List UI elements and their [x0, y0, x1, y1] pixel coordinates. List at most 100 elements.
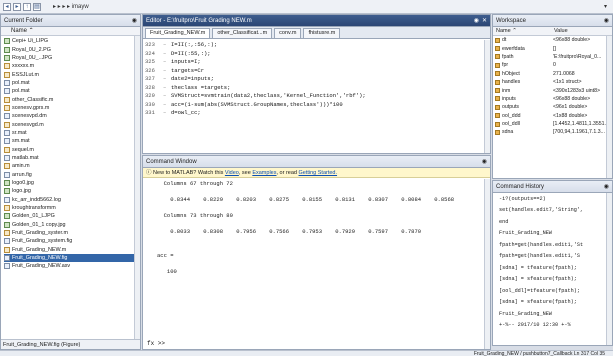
- file-list-item[interactable]: Fruit_Grading_system.fig: [4, 237, 140, 245]
- forward-icon[interactable]: ▸: [13, 2, 21, 11]
- workspace-variable-row[interactable]: ool_ddll [1.4452,1.4811,1.3551...: [493, 120, 612, 128]
- breakpoint-marker[interactable]: –: [163, 41, 171, 50]
- workspace-variable-row[interactable]: fpath 'E:\fruitpro\Royal_0...: [493, 53, 612, 61]
- code-line[interactable]: 325 – inputs=I;: [143, 58, 490, 67]
- history-entry[interactable]: Fruit_Grading_NEW: [493, 228, 612, 240]
- code-line[interactable]: 329 – SVMStruct=svmtrain(data2,theclass,'K…: [143, 92, 490, 101]
- workspace-name-header[interactable]: Name ⌃: [493, 27, 551, 35]
- editor-title: Editor - E:\fruitpro\Fruit Grading NEW.m: [146, 17, 252, 24]
- file-list-item[interactable]: Royal_0U_2.PG: [4, 45, 140, 53]
- workspace-variable-row[interactable]: outputs <96x1 double>: [493, 103, 612, 111]
- breakpoint-marker[interactable]: –: [163, 50, 171, 59]
- file-list-item[interactable]: sequel.m: [4, 145, 140, 153]
- breakpoint-marker[interactable]: –: [163, 84, 171, 93]
- workspace-variable-row[interactable]: hObject 271.0068: [493, 70, 612, 78]
- file-list-item[interactable]: Golden_01_LJPG: [4, 212, 140, 220]
- history-scrollbar[interactable]: [606, 193, 612, 345]
- command-scrollbar[interactable]: [484, 179, 490, 349]
- file-list-item[interactable]: Fruit_Grading_NEW.fig: [4, 253, 140, 263]
- history-entry[interactable]: [sdna] = tfeature(fpath);: [493, 262, 612, 274]
- editor-tab[interactable]: conv.m: [274, 28, 302, 38]
- history-entry[interactable]: [sdna] = sfeature(fpath);: [493, 274, 612, 286]
- editor-tab[interactable]: Fruit_Grading_NEW.m: [145, 28, 211, 38]
- folder-path[interactable]: ▸ ▸ ▸ ▸ imayw: [53, 3, 89, 10]
- panel-menu-icon[interactable]: ◉: [132, 17, 137, 24]
- file-list-item[interactable]: logo0.jpg: [4, 179, 140, 187]
- file-list-item[interactable]: amin.m: [4, 162, 140, 170]
- code-line[interactable]: 327 – date2=inputs;: [143, 75, 490, 84]
- workspace-variable-row[interactable]: handles <1x1 struct>: [493, 78, 612, 86]
- up-folder-icon[interactable]: ↑: [23, 2, 31, 11]
- file-list-item[interactable]: Fruit_Grading_NEW.asv: [4, 262, 140, 270]
- history-entry[interactable]: [ool_ddl]=tfeature(fpath);: [493, 285, 612, 297]
- breakpoint-marker[interactable]: –: [163, 75, 171, 84]
- workspace-menu-icon[interactable]: ◉: [604, 17, 609, 24]
- code-line[interactable]: 323 – I=II(:,:56,:);: [143, 41, 490, 50]
- file-list-item[interactable]: Royal_0U_..JPG: [4, 54, 140, 62]
- file-list-item[interactable]: sr.mat: [4, 129, 140, 137]
- file-list-item[interactable]: matlab.mat: [4, 154, 140, 162]
- code-line[interactable]: 331 – d=owl_cc;: [143, 109, 490, 118]
- editor-close-icon[interactable]: ✕: [482, 17, 487, 24]
- file-list-item[interactable]: Cepi+ Ui_LIPG: [4, 37, 140, 45]
- folder-scrollbar[interactable]: [134, 36, 140, 341]
- browse-folder-icon[interactable]: ▤: [33, 2, 41, 11]
- file-list-item[interactable]: kc_arr_indd5662.log: [4, 196, 140, 204]
- history-entry[interactable]: fpath=get(handles.edit1,'S: [493, 251, 612, 263]
- code-line[interactable]: 328– theclass =targets;: [143, 84, 490, 93]
- workspace-variable-row[interactable]: fpr 0: [493, 61, 612, 69]
- file-list-item[interactable]: scenesv.gprs.m: [4, 104, 140, 112]
- breakpoint-marker[interactable]: –: [163, 92, 171, 101]
- workspace-variable-row[interactable]: sdna [700,94,1.1961,7.1.3...: [493, 128, 612, 136]
- file-list-item[interactable]: logo.jpg: [4, 187, 140, 195]
- file-list-item[interactable]: scenesvgd.m: [4, 120, 140, 128]
- examples-link[interactable]: Examples: [252, 170, 276, 176]
- back-icon[interactable]: ◂: [3, 2, 11, 11]
- history-entry[interactable]: set(handles.edit7,'String',: [493, 205, 612, 217]
- video-link[interactable]: Video: [225, 170, 239, 176]
- file-list-item[interactable]: Fruit_Grading_NEW.m: [4, 246, 140, 254]
- file-list-item[interactable]: kroughtransformm: [4, 204, 140, 212]
- workspace-scrollbar[interactable]: [606, 36, 612, 178]
- history-entry[interactable]: fpath=get(handles.edit1,'St: [493, 239, 612, 251]
- file-list-item[interactable]: Fruit_Grading_syster.m: [4, 229, 140, 237]
- code-line[interactable]: 330– acc=(1-sum(abs(SVMStruct.GroupNames,…: [143, 101, 490, 110]
- history-menu-icon[interactable]: ◉: [604, 183, 609, 190]
- toolbar-menu-icon[interactable]: ▾: [604, 3, 607, 10]
- file-list-item[interactable]: Golden_01_1 copy.jpg: [4, 221, 140, 229]
- workspace-variable-row[interactable]: inm <390x1283x3 uint8>: [493, 86, 612, 94]
- breakpoint-marker[interactable]: –: [163, 58, 171, 67]
- breakpoint-marker[interactable]: –: [163, 67, 171, 76]
- code-area[interactable]: 323– I=II(:,:56,:); 324– D=II(:55,:); 325– in…: [143, 39, 490, 118]
- file-list-item[interactable]: ESSJLut.m: [4, 70, 140, 78]
- history-entry[interactable]: [sdna] = sfeature(fpath);: [493, 297, 612, 309]
- cmd-menu-icon[interactable]: ◉: [482, 158, 487, 165]
- history-entry[interactable]: -i?(outputs==2): [493, 193, 612, 205]
- file-list-item[interactable]: pol.mat: [4, 87, 140, 95]
- workspace-variable-row[interactable]: ewerfdata []: [493, 44, 612, 52]
- file-list-item[interactable]: other_Classific.m: [4, 95, 140, 103]
- workspace-value-header[interactable]: Value: [551, 27, 607, 35]
- code-line[interactable]: 326– targets=Cr: [143, 67, 490, 76]
- file-list-item[interactable]: sm.mat: [4, 137, 140, 145]
- workspace-variable-row[interactable]: inputs <96x88 double>: [493, 95, 612, 103]
- breakpoint-marker[interactable]: –: [163, 101, 171, 110]
- editor-tab[interactable]: fhistusre.m: [303, 28, 341, 38]
- editor-tab[interactable]: other_Classificat...m: [212, 28, 273, 38]
- breakpoint-marker[interactable]: –: [163, 109, 171, 118]
- file-list-item[interactable]: pol.mat: [4, 79, 140, 87]
- workspace-variable-row[interactable]: ool_ddd <1x88 double>: [493, 112, 612, 120]
- getting-started-link[interactable]: Getting Started.: [299, 170, 338, 176]
- editor-scrollbar[interactable]: [484, 40, 490, 153]
- history-entry[interactable]: +-%-- 2017/10 12:30 +-%: [493, 320, 612, 332]
- name-column-header[interactable]: Name ⌃: [1, 27, 140, 36]
- workspace-variable-row[interactable]: dt <96x88 double>: [493, 36, 612, 44]
- file-list-item[interactable]: scenesvpd.dm: [4, 112, 140, 120]
- file-list-item[interactable]: xxxxxx.m: [4, 62, 140, 70]
- editor-menu-icon[interactable]: ◉: [474, 17, 479, 24]
- command-prompt[interactable]: fx >>: [147, 340, 165, 347]
- history-entry[interactable]: Fruit_Grading_NEW: [493, 308, 612, 320]
- history-entry[interactable]: end: [493, 216, 612, 228]
- code-line[interactable]: 324– D=II(:55,:);: [143, 50, 490, 59]
- file-list-item[interactable]: arrun.fig: [4, 171, 140, 179]
